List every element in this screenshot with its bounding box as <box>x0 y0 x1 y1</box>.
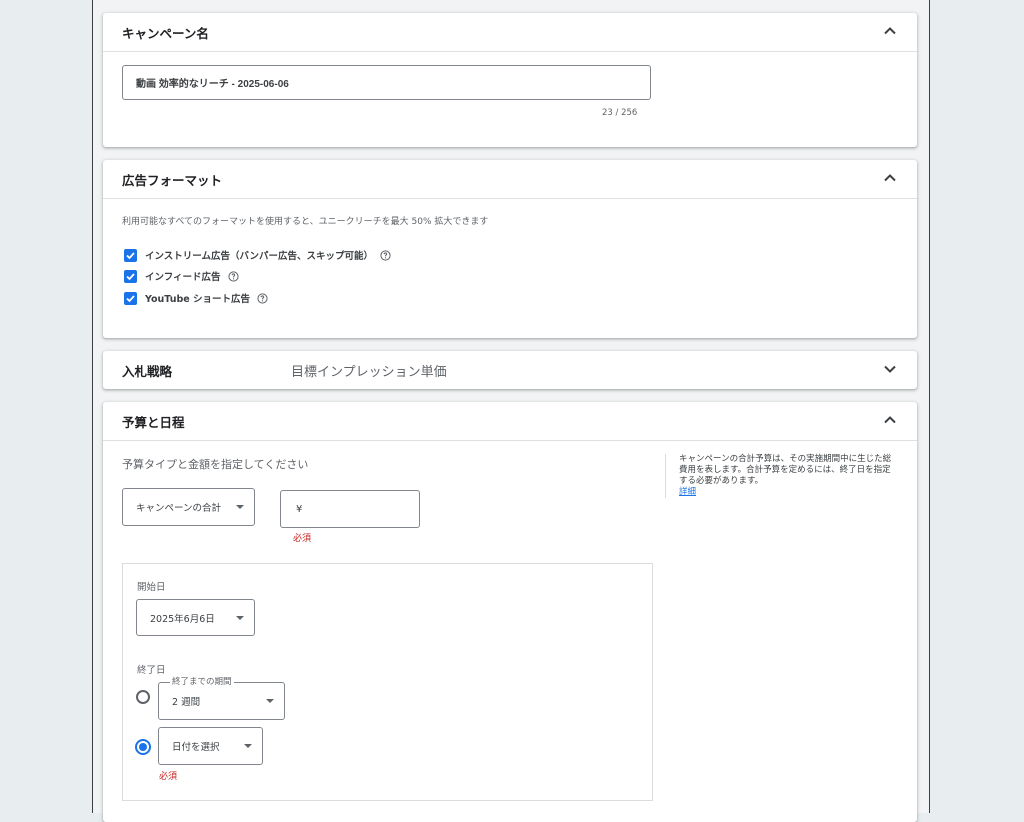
learn-more-link[interactable]: 詳細 <box>679 487 696 497</box>
duration-dropdown[interactable]: 2 週間 <box>158 682 285 720</box>
end-date-label: 終了日 <box>137 665 166 676</box>
budget-info-panel: キャンペーンの合計予算は、その実施期間中に生じた総費用を表します。合計予算を定め… <box>665 454 897 498</box>
campaign-name-title: キャンペーン名 <box>122 25 209 41</box>
help-icon[interactable] <box>227 270 239 282</box>
format-option-label: インフィード広告 <box>145 272 221 283</box>
campaign-name-card: キャンペーン名 動画 効率的なリーチ - 2025-06-06 23 / 256 <box>103 13 917 147</box>
format-option-instream[interactable]: インストリーム広告（バンパー広告、スキップ可能） <box>124 248 391 262</box>
end-date-required-error: 必須 <box>159 772 178 782</box>
chevron-down-icon[interactable] <box>883 362 897 376</box>
checkbox-checked-icon[interactable] <box>124 248 137 262</box>
budget-schedule-card: 予算と日程 予算タイプと金額を指定してください キャンペーンの合計 ¥ 必須 キ… <box>103 402 917 822</box>
budget-type-dropdown[interactable]: キャンペーンの合計 <box>122 488 255 526</box>
campaign-name-value: 動画 効率的なリーチ - 2025-06-06 <box>136 79 289 90</box>
budget-amount-input[interactable]: ¥ <box>280 490 420 528</box>
ad-format-description: 利用可能なすべてのフォーマットを使用すると、ユニークリーチを最大 50% 拡大で… <box>122 217 489 227</box>
bidding-title: 入札戦略 <box>122 363 173 379</box>
chevron-up-icon[interactable] <box>883 413 897 427</box>
chevron-up-icon[interactable] <box>883 24 897 38</box>
bidding-card[interactable]: 入札戦略 目標インプレッション単価 <box>103 351 917 389</box>
checkbox-checked-icon[interactable] <box>124 291 137 305</box>
help-icon[interactable] <box>380 249 391 261</box>
format-option-infeed[interactable]: インフィード広告 <box>124 269 239 283</box>
budget-type-value: キャンペーンの合計 <box>136 503 222 514</box>
currency-symbol: ¥ <box>296 503 303 515</box>
format-option-label: インストリーム広告（バンパー広告、スキップ可能） <box>145 251 374 262</box>
ad-format-title: 広告フォーマット <box>122 172 223 188</box>
end-date-value: 日付を選択 <box>172 742 220 753</box>
campaign-settings-panel: キャンペーン名 動画 効率的なリーチ - 2025-06-06 23 / 256… <box>92 0 930 822</box>
ad-format-header[interactable]: 広告フォーマット <box>103 160 917 199</box>
start-date-value: 2025年6月6日 <box>150 613 215 625</box>
char-counter: 23 / 256 <box>602 108 638 118</box>
format-option-label: YouTube ショート広告 <box>145 294 251 305</box>
end-date-dropdown[interactable]: 日付を選択 <box>158 727 263 765</box>
bidding-header[interactable]: 入札戦略 目標インプレッション単価 <box>103 351 917 389</box>
start-date-label: 開始日 <box>137 582 166 593</box>
budget-info-text: キャンペーンの合計予算は、その実施期間中に生じた総費用を表します。合計予算を定め… <box>679 454 892 486</box>
duration-value: 2 週間 <box>172 697 201 708</box>
dropdown-arrow-icon <box>266 699 274 703</box>
help-icon[interactable] <box>257 292 268 304</box>
amount-required-error: 必須 <box>293 534 312 544</box>
dropdown-arrow-icon <box>244 744 252 748</box>
checkbox-checked-icon[interactable] <box>124 269 137 283</box>
dropdown-arrow-icon <box>236 505 244 509</box>
duration-legend: 終了までの期間 <box>170 675 234 687</box>
dropdown-arrow-icon <box>236 615 244 620</box>
bidding-value: 目標インプレッション単価 <box>291 364 447 380</box>
schedule-box: 開始日 2025年6月6日 終了日 2 週間 終了までの期間 日付を選択 必須 <box>122 563 653 801</box>
start-date-dropdown[interactable]: 2025年6月6日 <box>136 599 255 636</box>
format-option-shorts[interactable]: YouTube ショート広告 <box>124 291 268 305</box>
campaign-name-input[interactable]: 動画 効率的なリーチ - 2025-06-06 <box>122 65 651 100</box>
radio-duration[interactable] <box>136 690 150 704</box>
budget-schedule-title: 予算と日程 <box>122 414 185 430</box>
budget-subtitle: 予算タイプと金額を指定してください <box>122 458 309 471</box>
budget-schedule-header[interactable]: 予算と日程 <box>103 402 917 441</box>
ad-format-card: 広告フォーマット 利用可能なすべてのフォーマットを使用すると、ユニークリーチを最… <box>103 160 917 338</box>
radio-select-date[interactable] <box>135 739 151 755</box>
chevron-up-icon[interactable] <box>883 171 897 185</box>
campaign-name-header[interactable]: キャンペーン名 <box>103 13 917 52</box>
